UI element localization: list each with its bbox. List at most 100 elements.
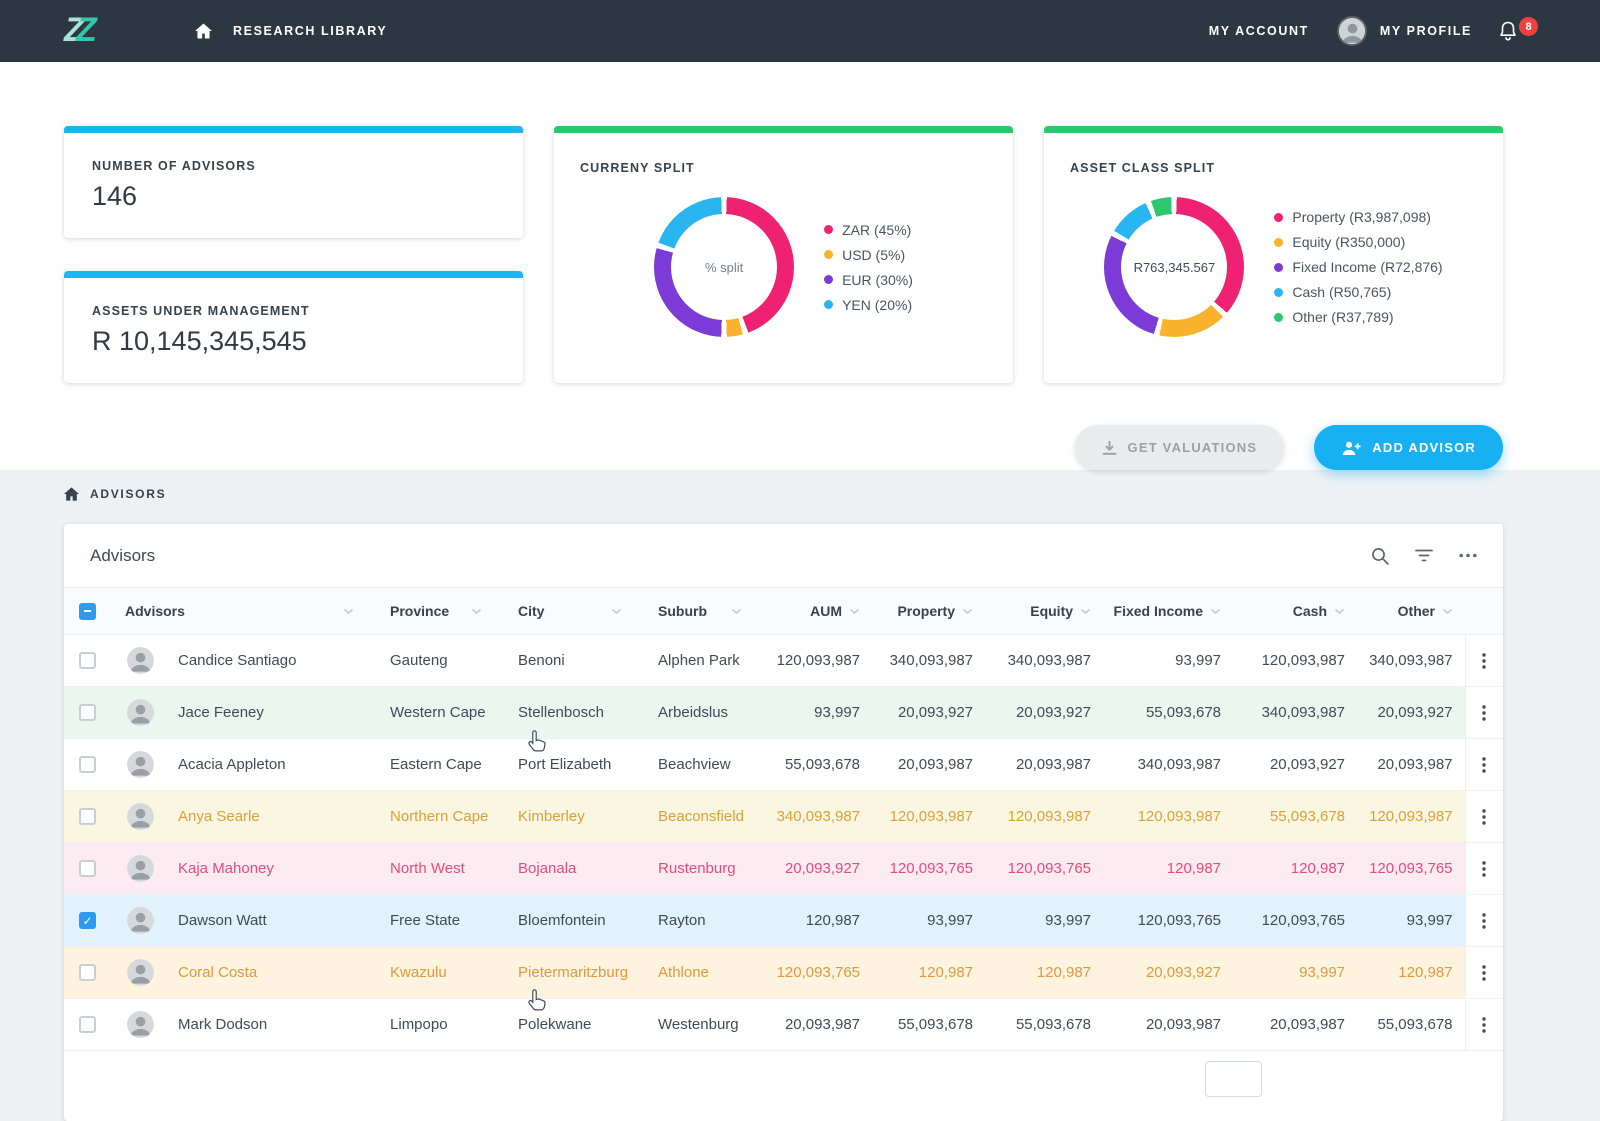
breadcrumb-label: ADVISORS [90,487,166,501]
row-checkbox[interactable] [79,964,96,981]
column-header-property[interactable]: Property [872,588,985,635]
cell-cash: 20,093,987 [1233,999,1357,1051]
row-menu-button[interactable] [1478,701,1490,725]
row-menu-button[interactable] [1478,649,1490,673]
notifications-button[interactable]: 8 [1498,20,1518,42]
row-menu-button[interactable] [1478,753,1490,777]
row-actions-cell [1465,739,1503,791]
table-row[interactable]: Coral Costa Kwazulu Pietermaritzburg Ath… [64,947,1503,999]
add-advisor-button[interactable]: ADD ADVISOR [1314,425,1503,470]
legend-label: USD (5%) [842,247,905,263]
cell-advisor-name: Dawson Watt [172,895,372,947]
kebab-icon [1482,913,1486,929]
cell-other: 120,093,987 [1357,791,1465,843]
table-row[interactable]: Anya Searle Northern Cape Kimberley Beac… [64,791,1503,843]
column-header-province[interactable]: Province [372,588,500,635]
advisors-table: AdvisorsProvinceCitySuburbAUMPropertyEqu… [64,587,1503,1051]
advisor-count-value: 146 [92,181,495,212]
row-checkbox[interactable] [79,756,96,773]
brand-logo[interactable]: Z Z [64,10,112,52]
get-valuations-button[interactable]: GET VALUATIONS [1075,425,1285,470]
legend-item: Cash (R50,765) [1274,284,1442,300]
row-menu-button[interactable] [1478,805,1490,829]
cell-other: 55,093,678 [1357,999,1465,1051]
column-header-fixed-income[interactable]: Fixed Income [1103,588,1233,635]
column-header-other[interactable]: Other [1357,588,1465,635]
nav-my-profile[interactable]: MY PROFILE [1337,16,1472,46]
chevron-down-icon [731,608,742,615]
cell-advisor-name: Mark Dodson [172,999,372,1051]
column-header-advisors[interactable]: Advisors [108,588,372,635]
cell-advisor-name: Jace Feeney [172,687,372,739]
cell-fixed-income: 20,093,927 [1103,947,1233,999]
bell-icon [1498,20,1518,42]
cell-fixed-income: 93,997 [1103,635,1233,687]
cell-advisor-name: Acacia Appleton [172,739,372,791]
more-options-button[interactable] [1459,553,1477,558]
nav-my-account[interactable]: MY ACCOUNT [1209,24,1309,38]
row-checkbox[interactable] [79,912,96,929]
table-row[interactable]: Acacia Appleton Eastern Cape Port Elizab… [64,739,1503,791]
stats-section: NUMBER OF ADVISORS 146 ASSETS UNDER MANA… [0,62,1600,470]
row-checkbox[interactable] [79,808,96,825]
brand-letter: Z [76,9,97,51]
legend-dot-icon [824,275,833,284]
legend-label: Other (R37,789) [1292,309,1393,325]
row-menu-button[interactable] [1478,1013,1490,1037]
card-number-of-advisors: NUMBER OF ADVISORS 146 [64,126,523,238]
row-checkbox[interactable] [79,860,96,877]
row-menu-button[interactable] [1478,909,1490,933]
table-row[interactable]: Dawson Watt Free State Bloemfontein Rayt… [64,895,1503,947]
row-menu-button[interactable] [1478,857,1490,881]
cell-cash: 340,093,987 [1233,687,1357,739]
nav-home-button[interactable] [195,23,212,39]
table-footer [64,1051,1503,1121]
cell-other: 20,093,987 [1357,739,1465,791]
cell-suburb: Athlone [640,947,760,999]
cell-city: Stellenbosch [500,687,640,739]
breadcrumb[interactable]: ADVISORS [64,487,1503,501]
column-header-city[interactable]: City [500,588,640,635]
table-row[interactable]: Candice Santiago Gauteng Benoni Alphen P… [64,635,1503,687]
legend-label: Property (R3,987,098) [1292,209,1431,225]
rows-per-page-select[interactable] [1205,1061,1262,1097]
row-avatar-cell [108,791,172,843]
donut-center-label: % split [671,214,777,320]
filter-button[interactable] [1415,549,1433,562]
row-menu-button[interactable] [1478,961,1490,985]
cell-equity: 120,987 [985,947,1103,999]
column-header-aum[interactable]: AUM [760,588,872,635]
cell-advisor-name: Candice Santiago [172,635,372,687]
cell-city: Benoni [500,635,640,687]
cell-city: Port Elizabeth [500,739,640,791]
cell-suburb: Arbeidslus [640,687,760,739]
chevron-down-icon [849,608,860,615]
column-header-cash[interactable]: Cash [1233,588,1357,635]
cell-advisor-name: Coral Costa [172,947,372,999]
column-header-suburb[interactable]: Suburb [640,588,760,635]
cell-property: 340,093,987 [872,635,985,687]
cell-equity: 55,093,678 [985,999,1103,1051]
select-all-checkbox[interactable] [79,603,96,620]
cell-province: Kwazulu [372,947,500,999]
legend-label: YEN (20%) [842,297,912,313]
table-row[interactable]: Mark Dodson Limpopo Polekwane Westenburg… [64,999,1503,1051]
row-checkbox[interactable] [79,652,96,669]
legend-item: Fixed Income (R72,876) [1274,259,1442,275]
row-actions-cell [1465,895,1503,947]
cell-cash: 93,997 [1233,947,1357,999]
table-row[interactable]: Jace Feeney Western Cape Stellenbosch Ar… [64,687,1503,739]
kebab-icon [1482,965,1486,981]
row-checkbox[interactable] [79,704,96,721]
chevron-down-icon [611,608,622,615]
column-header-equity[interactable]: Equity [985,588,1103,635]
select-all-cell [64,588,108,635]
cell-cash: 55,093,678 [1233,791,1357,843]
cell-property: 120,093,765 [872,843,985,895]
row-checkbox[interactable] [79,1016,96,1033]
nav-research-library[interactable]: RESEARCH LIBRARY [233,24,387,38]
table-row[interactable]: Kaja Mahoney North West Bojanala Rustenb… [64,843,1503,895]
cell-city: Kimberley [500,791,640,843]
search-button[interactable] [1371,547,1389,565]
currency-legend: ZAR (45%)USD (5%)EUR (30%)YEN (20%) [824,222,913,313]
